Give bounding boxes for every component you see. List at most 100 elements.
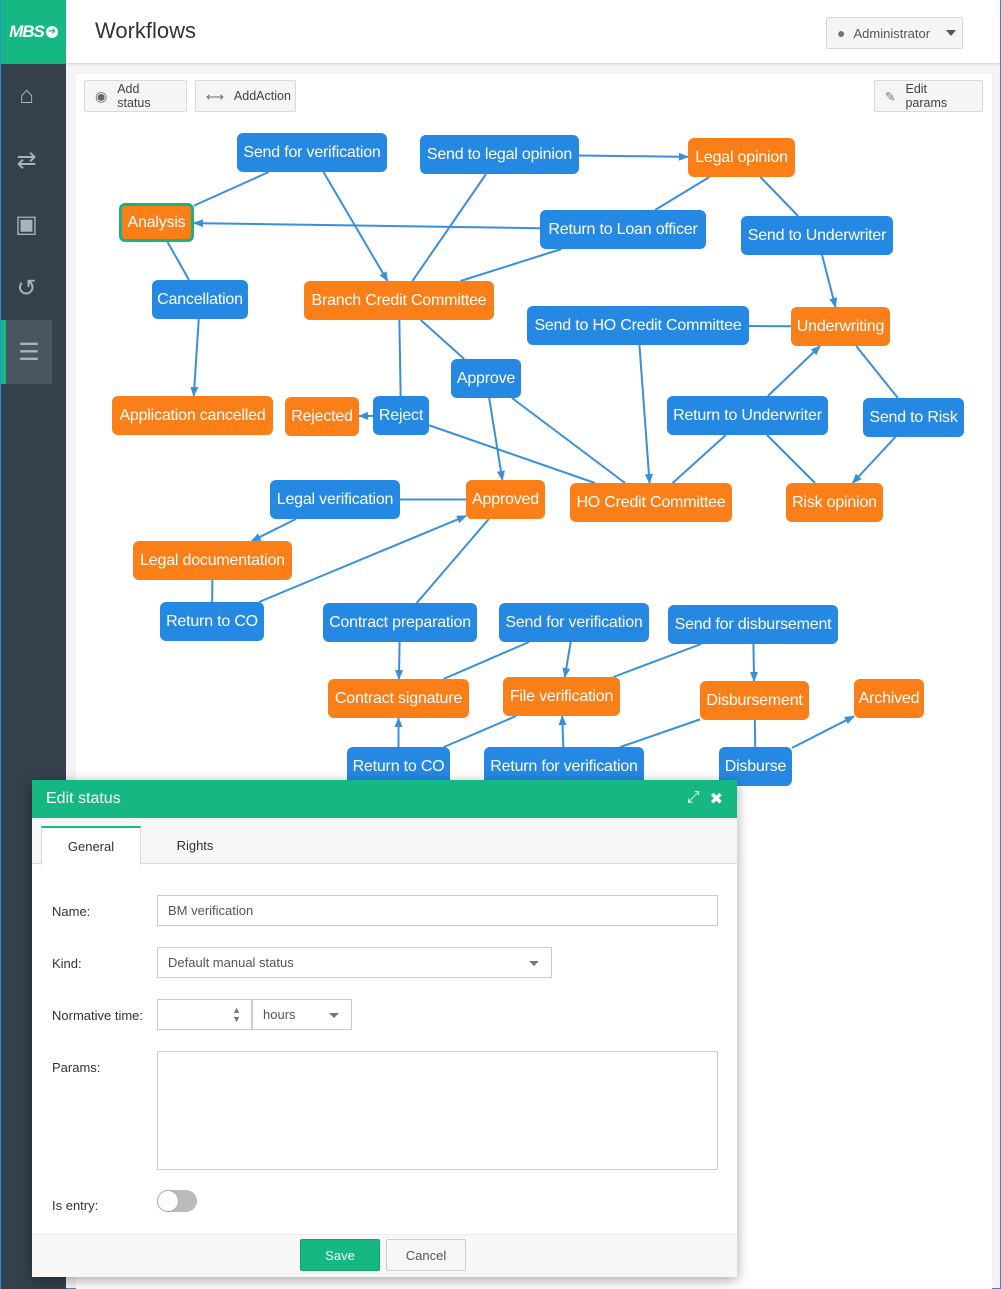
- edge-n32-n29[interactable]: [791, 715, 855, 749]
- user-menu-button[interactable]: ● Administrator: [826, 17, 963, 49]
- status-node[interactable]: Approved: [466, 480, 545, 519]
- action-node[interactable]: Send for verification: [237, 133, 387, 172]
- status-node[interactable]: Rejected: [285, 397, 359, 436]
- action-node[interactable]: Return to Loan officer: [540, 210, 706, 249]
- is-entry-label: Is entry:: [52, 1198, 99, 1213]
- edge-n14-n19[interactable]: [428, 424, 596, 484]
- edge-n16-n20[interactable]: [851, 436, 897, 484]
- action-node[interactable]: Cancellation: [152, 280, 248, 319]
- edge-n5-n4[interactable]: [193, 219, 541, 230]
- edge-n4-n1[interactable]: [193, 171, 270, 207]
- edge-n3-n5[interactable]: [654, 176, 710, 211]
- edge-n15-n10[interactable]: [767, 345, 821, 397]
- edge-n23-n26[interactable]: [395, 641, 404, 680]
- edge-n10-n16[interactable]: [855, 345, 899, 399]
- action-node[interactable]: Return to Underwriter: [667, 396, 828, 435]
- status-node[interactable]: Legal documentation: [133, 541, 292, 580]
- name-input[interactable]: BM verification: [157, 895, 718, 926]
- edge-n27-n25[interactable]: [613, 643, 702, 678]
- action-node[interactable]: Reject: [373, 396, 429, 435]
- edge-n7-n12[interactable]: [190, 318, 200, 397]
- name-label: Name:: [52, 904, 91, 919]
- user-icon: ●: [837, 25, 846, 41]
- params-label: Params:: [52, 1060, 101, 1075]
- status-node[interactable]: Legal opinion: [688, 138, 795, 177]
- close-icon[interactable]: ✖: [710, 789, 723, 809]
- action-node[interactable]: Send for verification: [499, 603, 649, 642]
- action-node[interactable]: Send for disbursement: [668, 605, 838, 644]
- sidebar-item-history[interactable]: ↺: [1, 256, 52, 320]
- action-node[interactable]: Approve: [451, 359, 521, 398]
- kind-select[interactable]: Default manual status: [157, 947, 552, 978]
- action-node[interactable]: Send to Underwriter: [741, 216, 893, 255]
- dialog-footer: Save Cancel: [32, 1234, 737, 1277]
- edge-n6-n10[interactable]: [821, 254, 838, 308]
- edge-n8-n14[interactable]: [398, 319, 402, 397]
- status-node[interactable]: Application cancelled: [112, 396, 273, 435]
- home-icon: ⌂: [19, 82, 34, 109]
- edge-n8-n5[interactable]: [460, 248, 562, 282]
- sidebar-item-transfers[interactable]: ⇄: [1, 128, 52, 192]
- edge-n4-n7[interactable]: [166, 241, 190, 281]
- status-node[interactable]: HO Credit Committee: [570, 483, 732, 522]
- dialog-title: Edit status: [46, 790, 121, 807]
- kind-value: Default manual status: [168, 955, 294, 970]
- edge-n3-n6[interactable]: [759, 176, 799, 217]
- sidebar-item-portfolio[interactable]: ▣: [1, 192, 52, 256]
- status-node[interactable]: Disbursement: [700, 681, 809, 720]
- arrow-right-circle-icon: ➜: [45, 26, 58, 38]
- status-node[interactable]: Risk opinion: [786, 483, 883, 522]
- action-node[interactable]: Send to legal opinion: [420, 135, 579, 174]
- action-node[interactable]: Return to CO: [160, 602, 264, 641]
- dialog-tabs: General Rights: [32, 818, 737, 865]
- normative-time-label: Normative time:: [52, 1008, 144, 1023]
- time-unit-select[interactable]: hours: [252, 999, 352, 1030]
- expand-icon[interactable]: ⤢: [687, 789, 700, 809]
- edge-n26-n24[interactable]: [443, 641, 530, 680]
- edge-n2-n3[interactable]: [578, 152, 689, 161]
- status-node[interactable]: Archived: [854, 679, 924, 718]
- status-node[interactable]: File verification: [503, 677, 620, 716]
- sliders-icon: ☰: [18, 338, 40, 366]
- tab-rights[interactable]: Rights: [145, 826, 245, 865]
- edge-n31-n27[interactable]: [558, 715, 567, 748]
- page-title: Workflows: [95, 18, 197, 43]
- edge-n11-n19[interactable]: [511, 397, 626, 484]
- edge-n20-n15[interactable]: [766, 434, 816, 484]
- edge-n28-n31[interactable]: [619, 718, 701, 748]
- action-node[interactable]: Send to Risk: [863, 398, 964, 437]
- normative-time-input[interactable]: ▲ ▼: [157, 999, 252, 1030]
- sidebar-item-settings[interactable]: ☰: [1, 320, 52, 384]
- is-entry-toggle[interactable]: [157, 1190, 197, 1212]
- edge-n9-n19[interactable]: [638, 344, 653, 484]
- status-node[interactable]: Analysis: [119, 203, 194, 242]
- logo-text: MBS: [9, 22, 45, 41]
- logo[interactable]: MBS ➜: [1, 0, 66, 64]
- params-textarea[interactable]: [157, 1051, 718, 1170]
- edge-n24-n27[interactable]: [562, 641, 572, 678]
- status-node[interactable]: Underwriting: [791, 307, 890, 346]
- time-unit-value: hours: [263, 1007, 296, 1022]
- status-node[interactable]: Contract signature: [328, 679, 469, 718]
- spinner-icon[interactable]: ▲ ▼: [232, 1006, 241, 1024]
- save-button[interactable]: Save: [300, 1239, 380, 1271]
- action-node[interactable]: Contract preparation: [323, 603, 477, 642]
- tab-general[interactable]: General: [41, 826, 141, 865]
- edge-n8-n11[interactable]: [420, 319, 465, 360]
- dialog-header: Edit status ⤢ ✖: [32, 780, 737, 818]
- action-node[interactable]: Legal verification: [270, 480, 400, 519]
- kind-label: Kind:: [52, 956, 82, 971]
- caret-down-icon: [329, 1013, 339, 1018]
- caret-down-icon: [946, 30, 957, 36]
- edge-n17-n21[interactable]: [250, 518, 297, 542]
- action-node[interactable]: Send to HO Credit Committee: [527, 306, 749, 345]
- edge-n19-n15[interactable]: [671, 434, 727, 484]
- status-node[interactable]: Branch Credit Committee: [304, 281, 494, 320]
- arrows-exchange-icon: ⇄: [16, 146, 37, 174]
- sidebar-item-home[interactable]: ⌂: [1, 64, 52, 128]
- edge-n27-n30[interactable]: [443, 715, 517, 748]
- edge-n11-n18[interactable]: [488, 397, 505, 481]
- edit-status-dialog: Edit status ⤢ ✖ General Rights Name: BM …: [32, 780, 737, 1277]
- edge-n25-n28[interactable]: [749, 643, 758, 682]
- cancel-button[interactable]: Cancel: [386, 1239, 466, 1271]
